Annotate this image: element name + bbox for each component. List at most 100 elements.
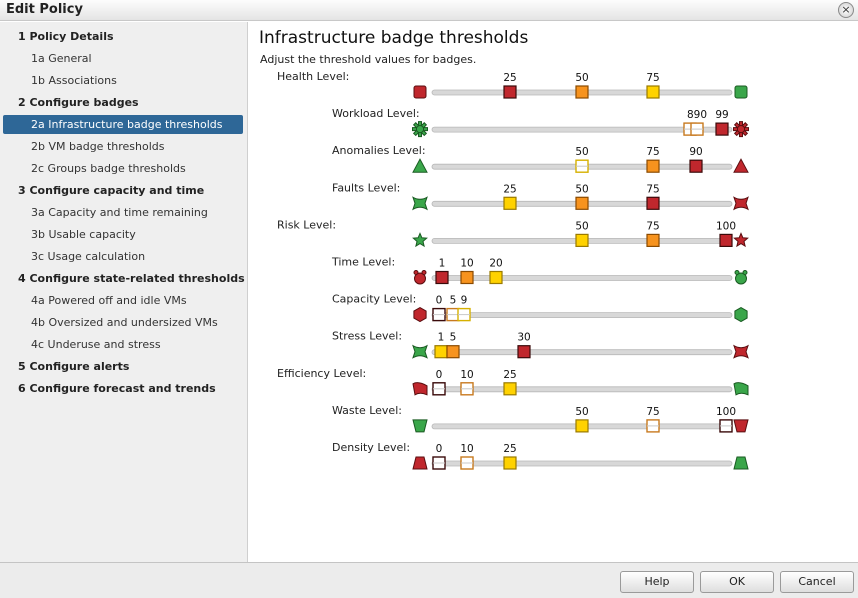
slider-track[interactable] [431, 349, 733, 356]
green-trapezoid-icon [733, 456, 749, 470]
help-button[interactable]: Help [620, 571, 694, 593]
handle-value-label: 20 [489, 258, 502, 270]
slider-handle-red[interactable] [646, 196, 660, 210]
threshold-label: Stress Level: [332, 330, 402, 343]
slider-track[interactable] [431, 275, 733, 281]
slider-handle-yellow[interactable] [646, 85, 660, 99]
handle-value-label: 25 [503, 369, 516, 381]
nav-item-2b[interactable]: 2b VM badge thresholds [3, 137, 243, 156]
slider-handle-orange[interactable] [446, 345, 460, 359]
slider-handle-yellow[interactable] [575, 159, 589, 173]
nav-item-3a[interactable]: 3a Capacity and time remaining [3, 203, 243, 222]
slider-handle-orange[interactable] [690, 122, 704, 136]
slider-handle-yellow[interactable] [489, 270, 503, 285]
slider-handle-orange[interactable] [575, 85, 589, 99]
red-bowtie-icon [733, 196, 749, 211]
threshold-row: Stress Level: 1 5 30 [332, 330, 749, 359]
threshold-row: Density Level: 0 10 25 [332, 441, 749, 470]
threshold-row: Workload Level: 890 99 [332, 107, 749, 138]
handle-value-label: 5 [450, 332, 457, 344]
slider-track[interactable] [431, 386, 733, 393]
green-hexagon-icon [734, 307, 748, 323]
slider-handle-red[interactable] [432, 456, 446, 470]
threshold-row: Efficiency Level: 0 10 25 [277, 367, 749, 396]
nav-item-2c[interactable]: 2c Groups badge thresholds [3, 159, 243, 178]
main-panel: Infrastructure badge thresholds Adjust t… [249, 22, 858, 562]
handle-value-label: 5 [450, 295, 457, 307]
slider-handle-orange[interactable] [460, 456, 474, 470]
nav-item-4[interactable]: 4 Configure state-related thresholds [3, 269, 245, 288]
slider-handle-yellow[interactable] [503, 196, 517, 210]
slider-handle-yellow[interactable] [457, 307, 471, 322]
slider-handle-red[interactable] [719, 233, 733, 247]
threshold-label: Workload Level: [332, 107, 420, 120]
handle-value-label: 1 [438, 332, 445, 344]
handle-value-label: 890 [687, 109, 707, 121]
slider-handle-red[interactable] [715, 122, 729, 136]
green-bowtie-icon [412, 344, 428, 359]
red-trapezoid-icon [412, 456, 428, 470]
nav-item-2[interactable]: 2 Configure badges [3, 93, 243, 112]
handle-value-label: 75 [646, 220, 659, 232]
slider-handle-orange[interactable] [460, 270, 474, 285]
handle-value-label: 75 [646, 72, 659, 84]
slider-handle-yellow[interactable] [503, 456, 517, 470]
green-ribbon-icon [733, 382, 749, 396]
red-gear-icon [733, 121, 749, 138]
handle-value-label: 50 [575, 183, 588, 195]
slider-track[interactable] [431, 312, 733, 319]
handle-value-label: 30 [517, 332, 530, 344]
nav-item-1a[interactable]: 1a General [3, 49, 243, 68]
slider-handle-orange[interactable] [646, 159, 660, 173]
close-icon[interactable]: × [838, 2, 854, 18]
slider-handle-red[interactable] [689, 159, 703, 173]
slider-handle-orange[interactable] [446, 307, 460, 322]
ok-button[interactable]: OK [700, 571, 774, 593]
sidebar-nav: 1 Policy Details 1a General 1b Association… [0, 22, 248, 562]
slider-handle-yellow[interactable] [575, 233, 589, 247]
slider-handle-red[interactable] [432, 382, 446, 396]
threshold-row: Health Level: 25 50 75 [277, 70, 748, 99]
red-square-icon [413, 85, 427, 99]
threshold-row: Capacity Level: 0 5 9 [332, 293, 748, 323]
handle-value-label: 50 [575, 72, 588, 84]
nav-item-4a[interactable]: 4a Powered off and idle VMs [3, 291, 243, 310]
handle-value-label: 10 [460, 443, 473, 455]
slider-handle-orange[interactable] [460, 382, 474, 396]
nav-item-1[interactable]: 1 Policy Details [3, 27, 243, 46]
nav-item-3c[interactable]: 3c Usage calculation [3, 247, 243, 266]
slider-handle-red[interactable] [719, 419, 733, 433]
handle-value-label: 75 [646, 146, 659, 158]
nav-item-6[interactable]: 6 Configure forecast and trends [3, 379, 243, 398]
slider-handle-orange[interactable] [646, 233, 660, 247]
green-gear-icon [412, 121, 428, 138]
slider-handle-orange[interactable] [646, 419, 660, 433]
slider-handle-orange[interactable] [575, 196, 589, 210]
cancel-button[interactable]: Cancel [780, 571, 854, 593]
nav-item-3[interactable]: 3 Configure capacity and time [3, 181, 243, 200]
red-triangle-icon [733, 158, 749, 173]
nav-item-4c[interactable]: 4c Underuse and stress [3, 335, 243, 354]
slider-handle-yellow[interactable] [575, 419, 589, 433]
slider-handle-red[interactable] [432, 307, 446, 322]
slider-track[interactable] [431, 460, 733, 467]
handle-value-label: 0 [436, 295, 443, 307]
slider-handle-yellow[interactable] [434, 345, 448, 359]
threshold-label: Risk Level: [277, 218, 336, 231]
threshold-row: Time Level: 1 10 20 [331, 256, 748, 285]
handle-value-label: 25 [503, 443, 516, 455]
slider-handle-yellow[interactable] [503, 382, 517, 396]
handle-value-label: 50 [575, 406, 588, 418]
nav-item-4b[interactable]: 4b Oversized and undersized VMs [3, 313, 243, 332]
nav-item-5[interactable]: 5 Configure alerts [3, 357, 243, 376]
nav-item-1b[interactable]: 1b Associations [3, 71, 243, 90]
slider-handle-red[interactable] [517, 345, 531, 359]
nav-item-2a[interactable]: 2a Infrastructure badge thresholds [3, 115, 243, 134]
threshold-row: Anomalies Level: 50 75 90 [332, 144, 749, 173]
red-ribbon-icon [412, 382, 428, 396]
slider-handle-red[interactable] [435, 270, 449, 285]
handle-value-label: 90 [689, 146, 702, 158]
handle-value-label: 75 [646, 406, 659, 418]
slider-handle-red[interactable] [503, 85, 517, 99]
nav-item-3b[interactable]: 3b Usable capacity [3, 225, 243, 244]
